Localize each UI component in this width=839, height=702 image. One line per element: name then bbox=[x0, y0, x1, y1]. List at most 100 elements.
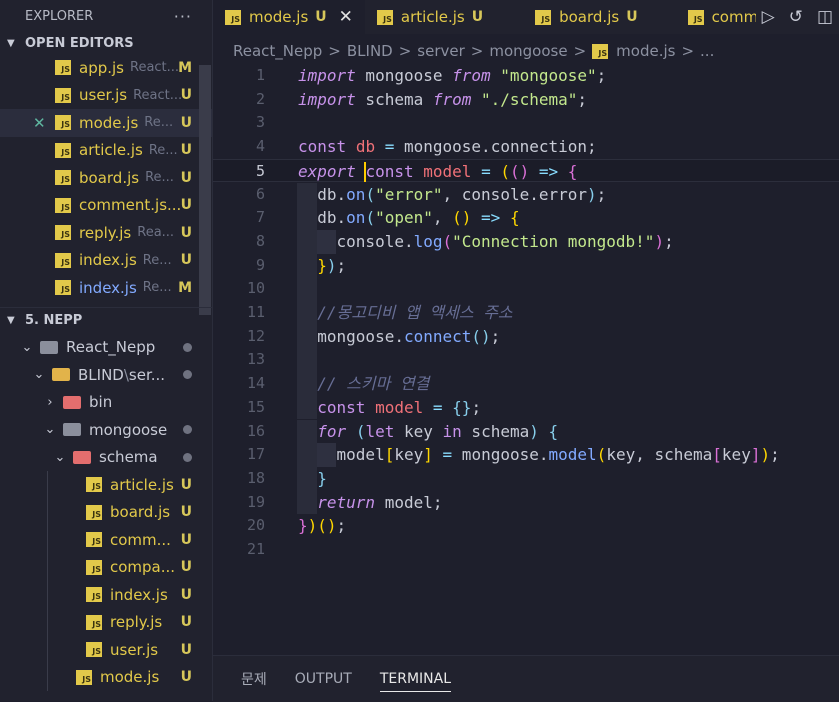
breadcrumb-item[interactable]: React_Nepp bbox=[233, 42, 322, 60]
line-number: 12 bbox=[246, 326, 265, 345]
editor-actions: ▷ ↺ ◫ bbox=[755, 0, 833, 34]
text-cursor bbox=[364, 161, 366, 182]
tree-folder-bin[interactable]: › bin bbox=[0, 389, 212, 417]
more-actions-icon[interactable]: ··· bbox=[174, 7, 192, 26]
tab-board-js[interactable]: JS board.js U bbox=[495, 0, 649, 34]
breadcrumb-item[interactable]: server bbox=[417, 42, 464, 60]
code-editor[interactable]: 1 import mongoose from "mongoose"; 2 impor… bbox=[213, 64, 839, 654]
workspace-section[interactable]: ▼ 5. NEPP bbox=[0, 306, 212, 334]
breadcrumb-item[interactable]: BLIND bbox=[347, 42, 393, 60]
folder-name: schema bbox=[99, 448, 158, 467]
breadcrumb-item[interactable]: mongoose bbox=[489, 42, 567, 60]
js-file-icon: JS bbox=[687, 9, 704, 25]
git-status-badge: M bbox=[178, 59, 192, 76]
code-text: // 스키마 연결 bbox=[317, 374, 430, 394]
line-number: 7 bbox=[255, 208, 265, 227]
tab-article-js[interactable]: JS article.js U bbox=[365, 0, 495, 34]
breadcrumb-file[interactable]: mode.js bbox=[616, 42, 675, 60]
folder-open-icon bbox=[52, 368, 70, 382]
close-editor-icon[interactable]: ✕ bbox=[33, 114, 46, 132]
line-number: 21 bbox=[246, 540, 265, 558]
tree-file[interactable]: JS board.js U bbox=[0, 499, 212, 527]
folder-name-rest: ser... bbox=[128, 365, 166, 384]
git-status-badge: U bbox=[626, 9, 638, 25]
open-editors-section[interactable]: ▼ OPEN EDITORS bbox=[0, 32, 212, 54]
tab-comm[interactable]: JS comm bbox=[650, 0, 771, 34]
tree-file[interactable]: JS compa... U bbox=[0, 554, 212, 582]
open-editor-item[interactable]: JS reply.js Rea... U bbox=[0, 219, 212, 247]
open-editor-path: React... bbox=[133, 87, 183, 103]
tree-folder-mongoose[interactable]: ⌄ mongoose bbox=[0, 416, 212, 444]
run-icon[interactable]: ▷ bbox=[762, 7, 775, 27]
js-file-icon: JS bbox=[55, 142, 71, 158]
tree-file[interactable]: JS reply.js U bbox=[0, 609, 212, 637]
bottom-panel-tabs: 문제 OUTPUT TERMINAL bbox=[213, 655, 839, 702]
tree-file[interactable]: JS mode.js U bbox=[0, 664, 212, 692]
sidebar-scrollbar[interactable] bbox=[199, 65, 211, 315]
close-tab-icon[interactable]: ✕ bbox=[339, 7, 353, 27]
code-text: return model; bbox=[317, 492, 443, 512]
open-editor-item[interactable]: JS index.js Re... U bbox=[0, 247, 212, 275]
open-editor-item[interactable]: JS comment.js... U bbox=[0, 192, 212, 220]
js-file-icon: JS bbox=[225, 9, 241, 25]
open-editor-item[interactable]: JS index.js Re... M bbox=[0, 274, 212, 302]
open-editor-item[interactable]: JS user.js React... U bbox=[0, 82, 212, 110]
open-editor-item[interactable]: JS board.js Re... U bbox=[0, 164, 212, 192]
tab-terminal[interactable]: TERMINAL bbox=[379, 656, 452, 702]
git-status-badge: U bbox=[471, 9, 484, 25]
code-line: 13 bbox=[213, 348, 839, 373]
git-status-badge: U bbox=[180, 559, 192, 576]
js-file-icon: JS bbox=[86, 477, 102, 493]
breadcrumb-separator: > bbox=[681, 42, 695, 60]
file-name: user.js bbox=[110, 640, 159, 659]
modified-dot-icon bbox=[183, 425, 192, 435]
git-status-badge: U bbox=[180, 614, 192, 631]
code-line-current: 5 export const model = (() => { bbox=[213, 158, 839, 183]
tab-problems[interactable]: 문제 bbox=[241, 656, 267, 702]
open-editor-name: mode.js bbox=[79, 113, 139, 132]
js-file-icon: JS bbox=[86, 642, 102, 658]
tab-output[interactable]: OUTPUT bbox=[295, 656, 352, 702]
git-status-badge: U bbox=[180, 197, 192, 214]
open-editor-name: reply.js bbox=[79, 223, 132, 242]
file-name: compa... bbox=[110, 558, 176, 577]
open-editor-item[interactable]: JS article.js Re... U bbox=[0, 137, 212, 165]
tab-mode-js[interactable]: JS mode.js U ✕ bbox=[213, 0, 365, 34]
tree-folder-schema[interactable]: ⌄ schema bbox=[0, 444, 212, 472]
js-file-icon: JS bbox=[55, 60, 71, 76]
git-status-badge: U bbox=[180, 169, 192, 186]
tree-file[interactable]: JS user.js U bbox=[0, 636, 212, 664]
code-text: for (let key in schema) { bbox=[317, 421, 559, 441]
breadcrumb-tail[interactable]: ... bbox=[700, 42, 714, 60]
tree-file[interactable]: JS article.js U bbox=[0, 471, 212, 499]
code-text: })(); bbox=[298, 516, 347, 536]
open-editor-path: Re... bbox=[145, 170, 174, 186]
line-number: 6 bbox=[255, 184, 265, 203]
modified-dot-icon bbox=[183, 452, 192, 462]
js-file-icon: JS bbox=[86, 614, 102, 630]
js-file-icon: JS bbox=[86, 504, 102, 520]
code-line: 3 bbox=[213, 111, 839, 135]
chevron-down-icon: ⌄ bbox=[21, 339, 33, 355]
js-file-icon: JS bbox=[55, 170, 71, 186]
folder-name: React_Nepp bbox=[66, 338, 156, 357]
code-line: 14 // 스키마 연결 bbox=[213, 372, 839, 396]
tree-folder-blind[interactable]: ⌄ BLIND \ ser... bbox=[0, 361, 212, 389]
chevron-down-icon: ▼ bbox=[7, 37, 15, 49]
git-status-badge: U bbox=[315, 9, 327, 25]
open-editor-item-active[interactable]: ✕ JS mode.js Re... U bbox=[0, 109, 212, 137]
code-line: 10 bbox=[213, 277, 839, 301]
git-status-badge: U bbox=[180, 504, 192, 521]
file-name: article.js bbox=[110, 475, 174, 494]
line-number: 9 bbox=[255, 255, 265, 274]
js-file-icon: JS bbox=[55, 252, 71, 268]
explorer-sidebar: EXPLORER ··· ▼ OPEN EDITORS JS app.js Re… bbox=[0, 0, 213, 701]
split-editor-icon[interactable]: ◫ bbox=[817, 7, 833, 27]
open-editor-item[interactable]: JS app.js React... M bbox=[0, 54, 212, 82]
tree-file[interactable]: JS index.js U bbox=[0, 581, 212, 609]
timeline-icon[interactable]: ↺ bbox=[789, 7, 803, 27]
line-number: 10 bbox=[246, 279, 265, 298]
tree-folder-react-nepp[interactable]: ⌄ React_Nepp bbox=[0, 334, 212, 362]
breadcrumb-separator: > bbox=[398, 42, 412, 60]
tree-file[interactable]: JS comm... U bbox=[0, 526, 212, 554]
